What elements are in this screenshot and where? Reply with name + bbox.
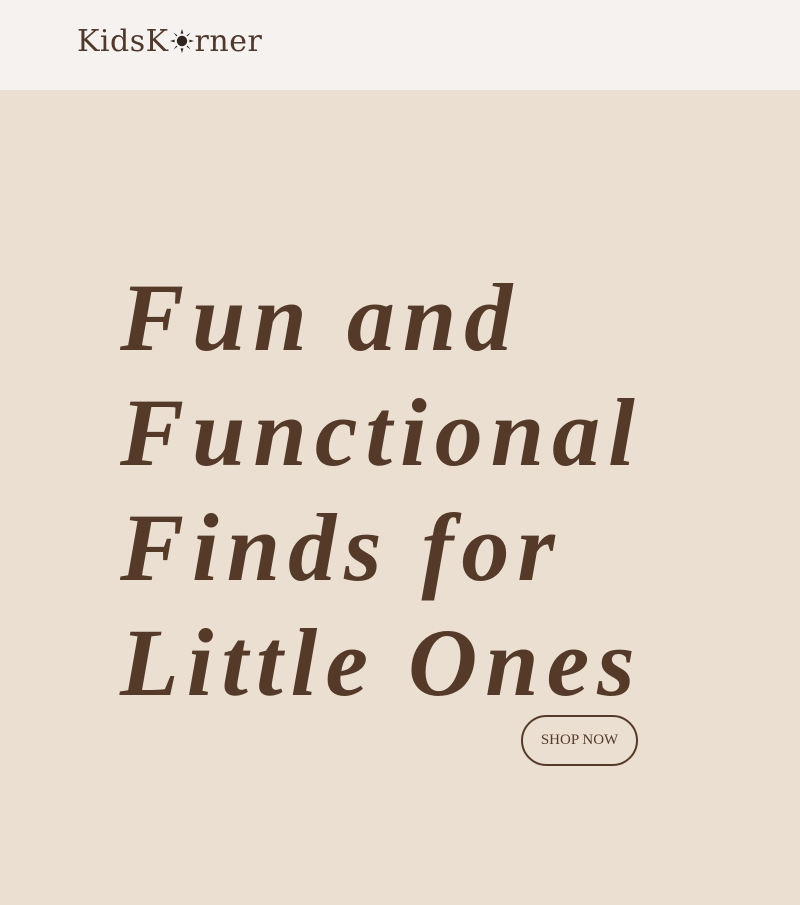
site-header: KidsK rner — [0, 0, 800, 90]
headline-line-1: Fun and — [120, 264, 521, 371]
shop-now-button[interactable]: SHOP NOW — [521, 715, 638, 766]
sun-icon — [169, 26, 194, 53]
hero-section: Fun and Functional Finds for Little Ones… — [0, 90, 800, 905]
headline-line-2: Functional — [120, 379, 643, 486]
headline-line-4: Little Ones — [120, 609, 643, 716]
logo-link[interactable]: KidsK rner — [77, 21, 262, 61]
headline-line-3: Finds for — [120, 494, 563, 601]
logo-text-suffix: rner — [194, 23, 263, 59]
logo-text-prefix: KidsK — [77, 23, 169, 59]
hero-headline: Fun and Functional Finds for Little Ones — [120, 260, 760, 720]
